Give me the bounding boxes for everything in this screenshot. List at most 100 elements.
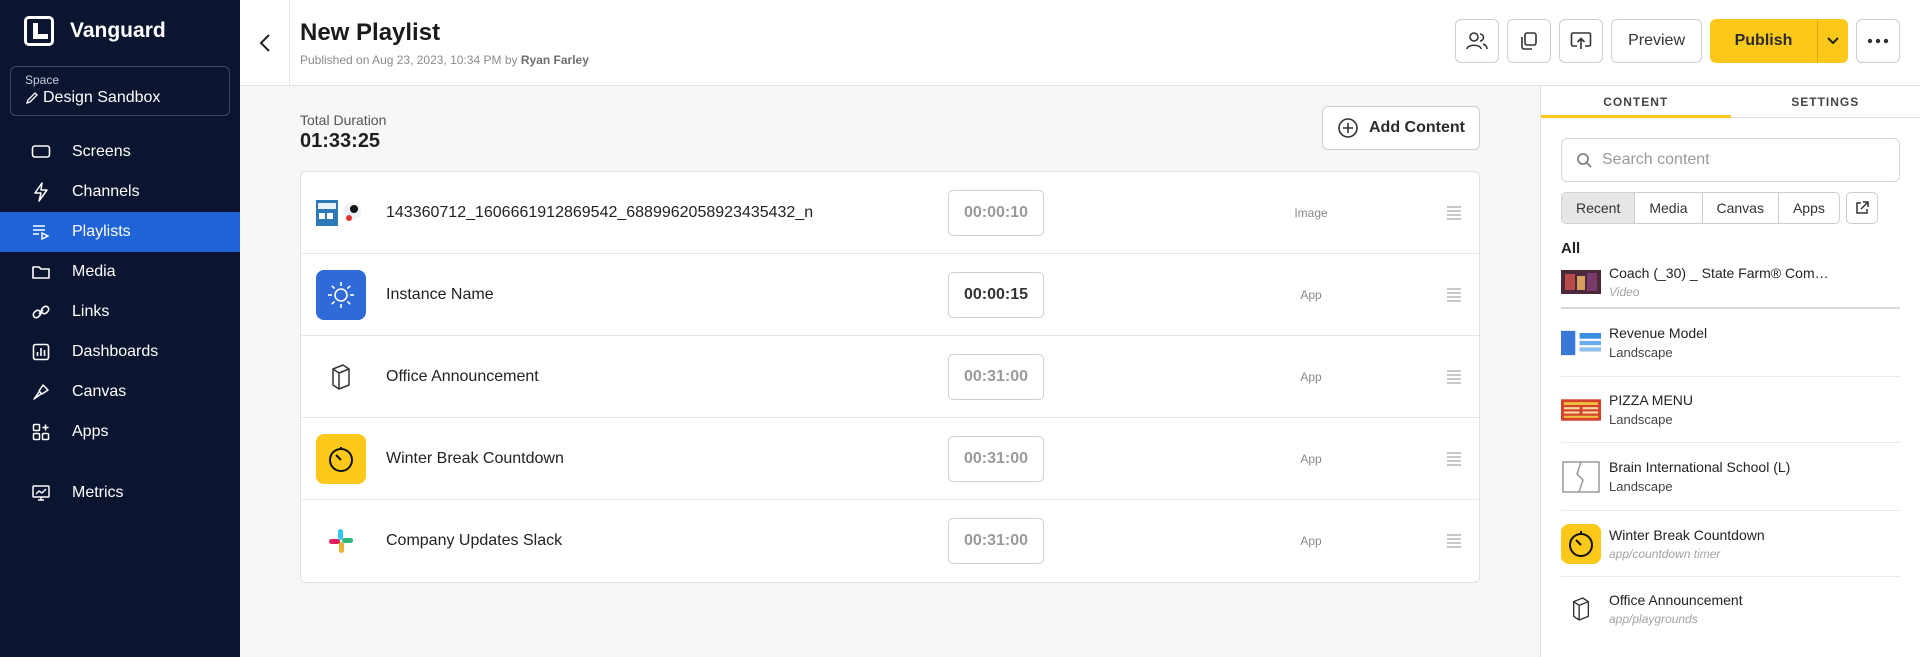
search-input[interactable] [1602, 151, 1882, 169]
brush-icon [30, 381, 52, 403]
total-duration-value: 01:33:25 [300, 130, 381, 152]
nav-item-links[interactable]: Links [0, 292, 240, 332]
apps-icon [30, 421, 52, 443]
drag-handle-icon[interactable] [1447, 205, 1461, 220]
item-type: App [1300, 451, 1322, 466]
list-item[interactable]: Brain International School (L) Landscape [1561, 443, 1900, 511]
chevron-down-icon [1827, 37, 1839, 45]
list-item[interactable]: Office Announcement app/playgrounds [1561, 577, 1900, 641]
page-title[interactable]: New Playlist [300, 19, 589, 47]
title-block: New Playlist Published on Aug 23, 2023, … [290, 19, 589, 67]
filter-bar: Recent Media Canvas Apps [1561, 192, 1900, 224]
search-box [1561, 138, 1900, 182]
drag-handle-icon[interactable] [1447, 369, 1461, 384]
filter-segment: Recent Media Canvas Apps [1561, 192, 1840, 224]
playlist-row[interactable]: Winter Break Countdown 00:31:00 App [301, 418, 1479, 500]
nav-label: Screens [72, 143, 131, 160]
upload-screen-icon [1570, 32, 1592, 49]
item-name: Company Updates Slack [386, 532, 563, 549]
revenue-thumbnail-icon [1561, 326, 1601, 360]
filter-canvas[interactable]: Canvas [1703, 193, 1779, 223]
nav-item-playlists[interactable]: Playlists [0, 212, 240, 252]
playlist-row[interactable]: Office Announcement 00:31:00 App [301, 336, 1479, 418]
metrics-icon [30, 482, 52, 504]
nav-item-screens[interactable]: Screens [0, 132, 240, 172]
topbar: New Playlist Published on Aug 23, 2023, … [240, 0, 1920, 86]
back-button[interactable] [240, 0, 290, 86]
open-external-button[interactable] [1845, 192, 1878, 224]
video-thumbnail-icon [1561, 270, 1601, 294]
item-title: Revenue Model [1609, 325, 1708, 341]
pencil-icon [25, 92, 38, 105]
item-title: PIZZA MENU [1609, 392, 1694, 408]
nav-label: Media [72, 263, 116, 280]
drag-handle-icon[interactable] [1447, 451, 1461, 466]
filter-apps[interactable]: Apps [1779, 193, 1839, 223]
nav-gap [0, 452, 240, 473]
bolt-icon [30, 181, 52, 203]
duplicate-button[interactable] [1507, 19, 1552, 63]
main-body: Total Duration 01:33:25 Add Content 1433… [240, 86, 1920, 657]
more-options-button[interactable] [1856, 19, 1900, 63]
drag-handle-icon[interactable] [1447, 287, 1461, 302]
duration-field[interactable]: 00:31:00 [948, 353, 1044, 400]
duration-field[interactable]: 00:31:00 [948, 435, 1044, 482]
filter-recent[interactable]: Recent [1562, 193, 1636, 223]
publish-dropdown-button[interactable] [1818, 19, 1848, 63]
publish-button[interactable]: Publish [1710, 19, 1818, 63]
item-text: PIZZA MENU Landscape [1609, 392, 1839, 427]
item-text: Winter Break Countdown app/countdown tim… [1609, 527, 1839, 561]
cast-button[interactable] [1559, 19, 1604, 63]
nav-item-apps[interactable]: Apps [0, 412, 240, 452]
space-selector[interactable]: Space Design Sandbox [10, 66, 230, 116]
tab-content[interactable]: CONTENT [1541, 86, 1731, 118]
list-item[interactable]: Coach (_30) _ State Farm® Commercial Vid… [1561, 257, 1900, 309]
nav-item-media[interactable]: Media [0, 252, 240, 292]
panel-tabs: CONTENT SETTINGS [1541, 86, 1920, 118]
playlist-row[interactable]: 143360712_1606661912869542_6889962058923… [301, 172, 1479, 254]
add-content-button[interactable]: Add Content [1322, 106, 1480, 150]
dashboard-icon [30, 341, 52, 363]
tab-settings[interactable]: SETTINGS [1731, 86, 1920, 117]
share-users-button[interactable] [1455, 19, 1500, 63]
item-subtitle: app/countdown timer [1609, 546, 1721, 561]
item-text: Revenue Model Landscape [1609, 325, 1839, 360]
playlist-items: 143360712_1606661912869542_6889962058923… [300, 171, 1480, 583]
nav-label: Links [72, 303, 110, 320]
header-actions: Preview Publish [1455, 19, 1900, 63]
plus-circle-icon [1338, 118, 1358, 138]
nav-item-metrics[interactable]: Metrics [0, 473, 240, 513]
preview-button[interactable]: Preview [1611, 19, 1702, 63]
nav-item-dashboards[interactable]: Dashboards [0, 332, 240, 372]
timer-icon [316, 433, 366, 484]
item-name: Winter Break Countdown [386, 449, 564, 467]
list-item[interactable]: Winter Break Countdown app/countdown tim… [1561, 511, 1900, 577]
nav-label: Playlists [72, 223, 131, 240]
duration-field[interactable]: 00:31:00 [948, 518, 1044, 564]
users-icon [1466, 32, 1488, 50]
item-subtitle: Landscape [1609, 412, 1673, 427]
list-item[interactable]: PIZZA MENU Landscape [1561, 377, 1900, 443]
sidebar: Vanguard Space Design Sandbox Screens Ch… [0, 0, 240, 657]
playlist-row[interactable]: Instance Name 00:00:15 App [301, 254, 1479, 336]
brand-name: Vanguard [70, 19, 166, 42]
playlist-row[interactable]: Company Updates Slack 00:31:00 App [301, 500, 1479, 582]
item-type: App [1300, 369, 1322, 384]
timer-icon [1561, 523, 1601, 564]
drag-handle-icon[interactable] [1447, 534, 1461, 548]
chevron-left-icon [259, 33, 270, 52]
nav-item-canvas[interactable]: Canvas [0, 372, 240, 412]
duration-field[interactable]: 00:00:10 [948, 189, 1044, 236]
duration-field[interactable]: 00:00:15 [948, 271, 1044, 318]
item-name: Instance Name [386, 285, 494, 303]
space-name-row: Design Sandbox [25, 89, 215, 107]
item-title: Office Announcement [1609, 592, 1743, 608]
app-root: Vanguard Space Design Sandbox Screens Ch… [0, 0, 1920, 657]
filter-media[interactable]: Media [1635, 193, 1703, 223]
nav-item-channels[interactable]: Channels [0, 172, 240, 212]
nav-label: Dashboards [72, 343, 159, 360]
brand[interactable]: Vanguard [0, 0, 240, 62]
screen-icon [30, 141, 52, 163]
list-item[interactable]: Revenue Model Landscape [1561, 309, 1900, 377]
nav-label: Apps [72, 423, 109, 440]
